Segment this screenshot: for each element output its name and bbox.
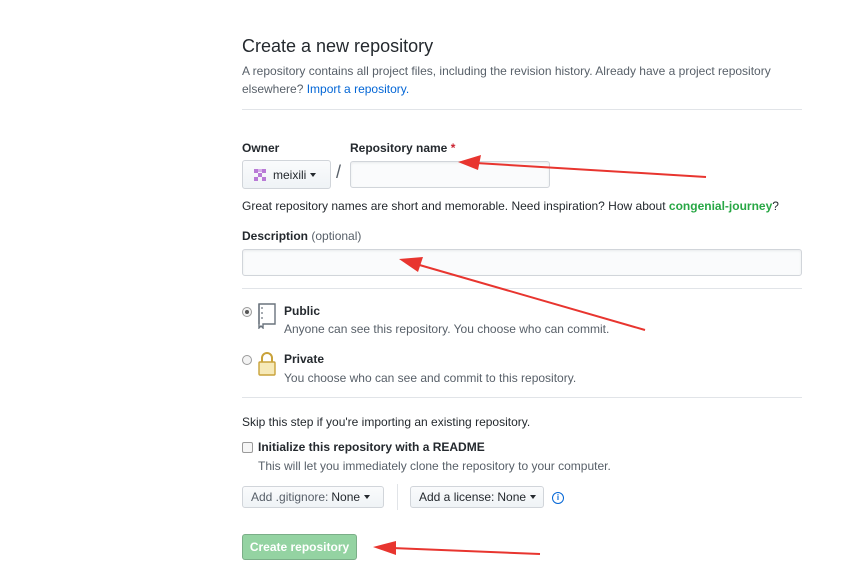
arrow-to-repository-name-icon <box>458 155 707 178</box>
arrow-to-description-icon <box>399 257 646 331</box>
arrow-to-create-button-icon <box>373 541 541 555</box>
annotation-arrows <box>373 155 707 555</box>
